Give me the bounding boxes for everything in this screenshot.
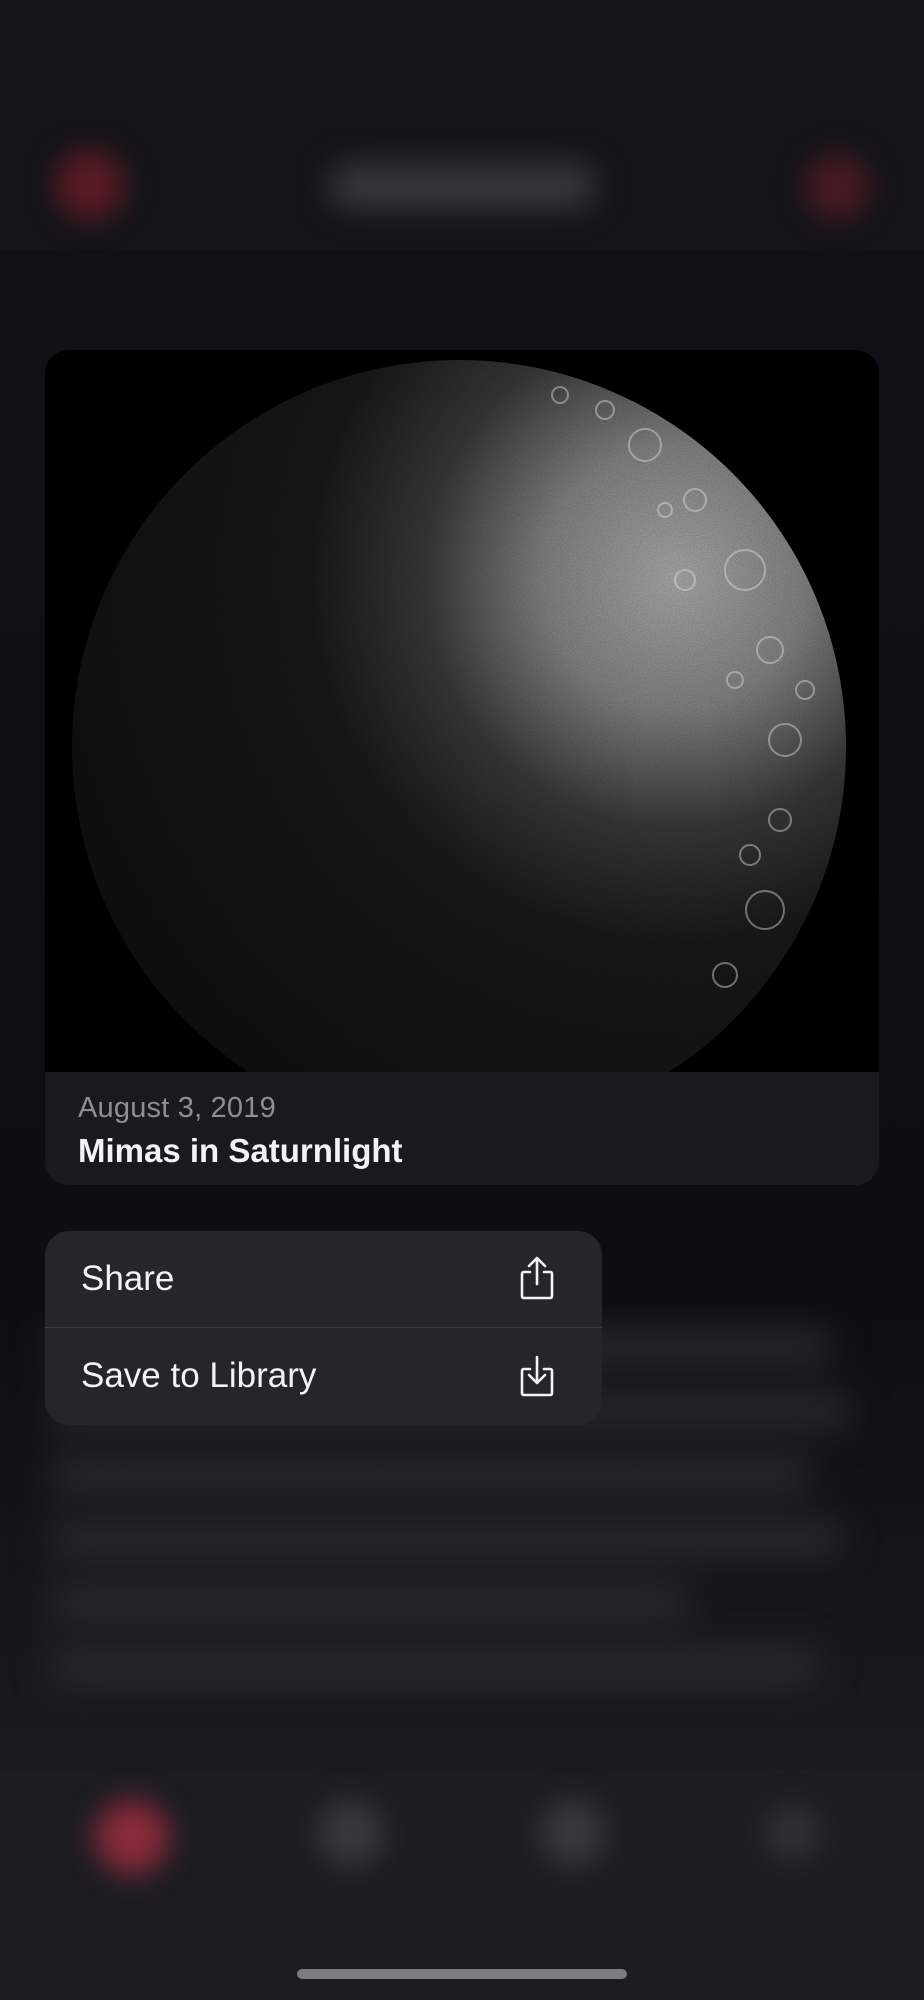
share-menu-label: Share	[81, 1259, 175, 1298]
save-to-library-menu-item[interactable]: Save to Library	[45, 1328, 602, 1425]
background-nav-title	[330, 165, 595, 207]
moon-image	[45, 350, 879, 1072]
share-menu-item[interactable]: Share	[45, 1231, 602, 1328]
context-menu: Share Save to Library	[45, 1231, 602, 1425]
background-nav-left-icon	[55, 150, 125, 220]
background-tab-icon	[318, 1800, 384, 1866]
background-tab-icon-active	[95, 1800, 169, 1874]
card-title: Mimas in Saturnlight	[78, 1132, 403, 1169]
share-icon	[520, 1256, 554, 1300]
background-tab-icon	[765, 1805, 821, 1861]
background-nav-bar	[0, 0, 924, 250]
card-date: August 3, 2019	[78, 1092, 276, 1124]
apod-image	[45, 350, 879, 1072]
apod-preview-card[interactable]: August 3, 2019 Mimas in Saturnlight	[45, 350, 879, 1185]
background-tab-icon	[540, 1800, 606, 1866]
save-to-library-icon	[520, 1355, 554, 1397]
card-footer: August 3, 2019 Mimas in Saturnlight	[45, 1072, 879, 1185]
save-to-library-menu-label: Save to Library	[81, 1356, 317, 1395]
home-indicator[interactable]	[297, 1969, 627, 1979]
background-nav-right-icon	[805, 155, 869, 219]
